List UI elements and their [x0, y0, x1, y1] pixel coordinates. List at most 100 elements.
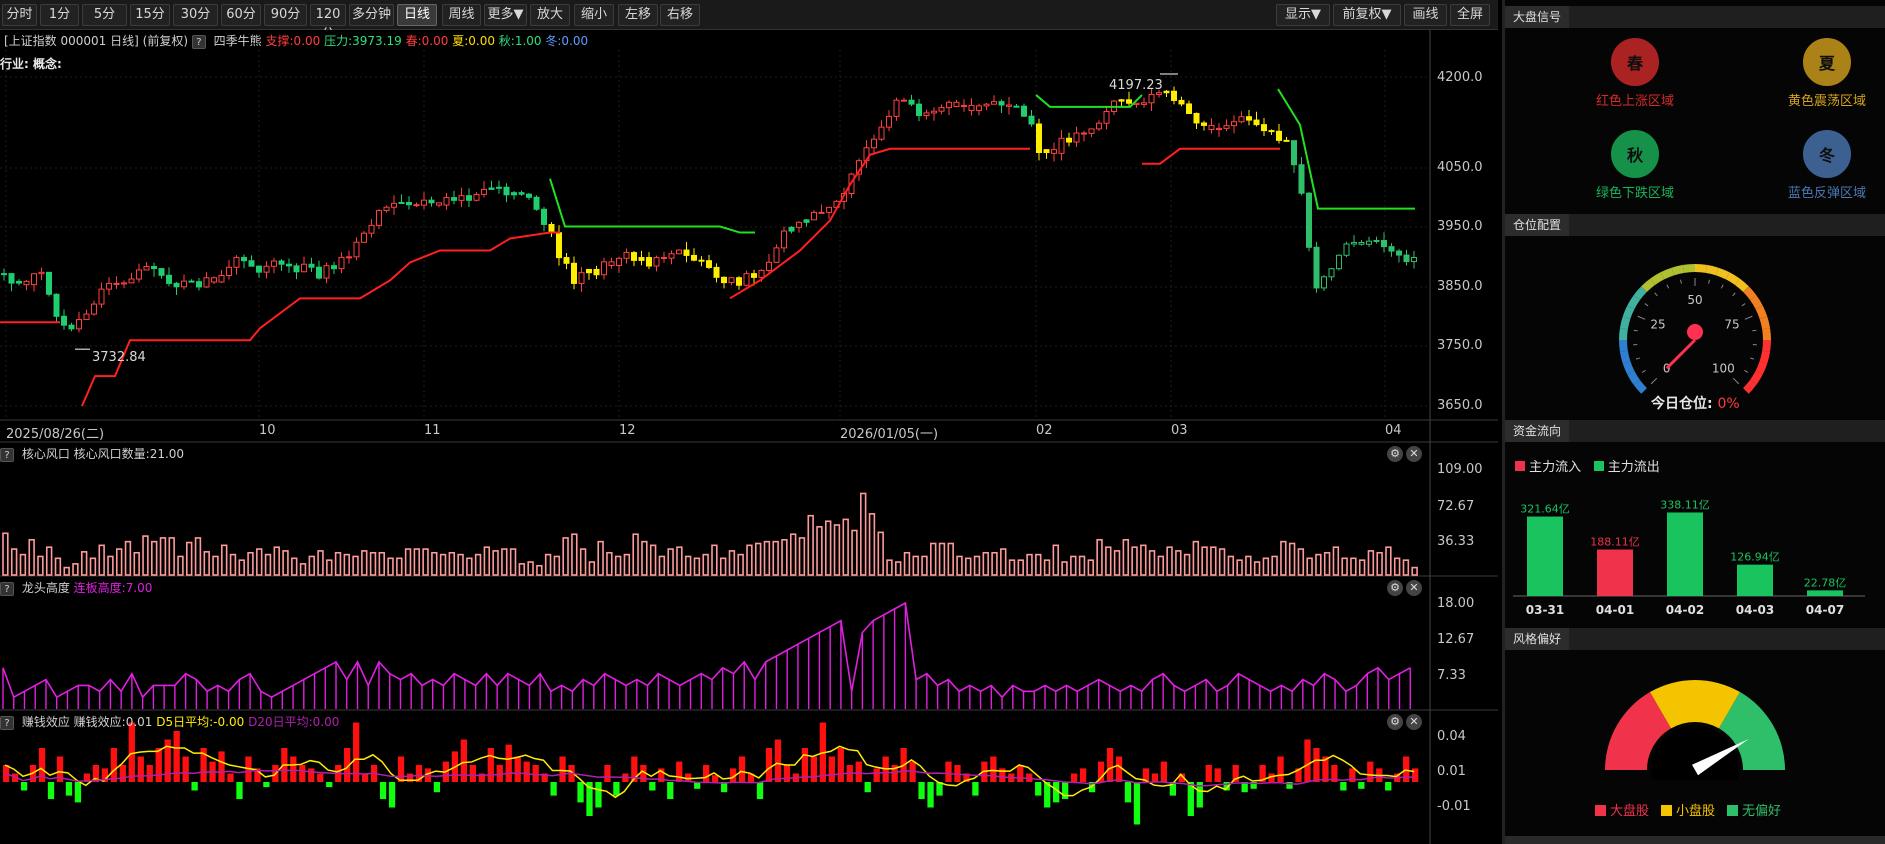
panel3-bar — [65, 782, 73, 796]
display-menu-button[interactable]: 显示▼ — [1276, 4, 1330, 26]
period-timeshare-button[interactable]: 分时 — [2, 4, 37, 26]
move-right-button[interactable]: 右移 — [660, 4, 700, 26]
price-axis-label: 3750.0 — [1437, 338, 1483, 353]
symbol-label: [上证指数 000001 日线] — [4, 34, 139, 48]
panel3-bar — [1124, 782, 1132, 803]
legend-in-label: 主力流入 — [1529, 460, 1582, 475]
panel3-bar — [1133, 782, 1141, 825]
price-axis-label: 3650.0 — [1437, 398, 1483, 413]
gear-icon[interactable]: ⚙ — [1387, 580, 1403, 596]
help-icon[interactable]: ? — [0, 716, 14, 730]
gauge-arc — [1619, 350, 1631, 364]
panel3-bar — [1151, 773, 1159, 782]
today-position: 今日仓位: 0% — [1651, 393, 1740, 413]
panel3-bar — [945, 761, 952, 782]
candle — [46, 271, 52, 297]
legend-out-swatch — [1593, 461, 1604, 471]
gauge-tick — [1641, 369, 1646, 373]
panel3-bar — [379, 782, 387, 799]
industry-line: 行业: 概念: — [0, 55, 62, 72]
gauge-arc — [1641, 278, 1656, 292]
date-axis-label: 11 — [424, 423, 441, 438]
flow-bar-label: 338.11亿 — [1660, 498, 1710, 511]
capital-flow-chart: 321.64亿 03-31 188.11亿 04-01 338.11亿 04-02 126.… — [1513, 498, 1865, 617]
period-60min-button[interactable]: 60分 — [221, 4, 261, 26]
panel2-title: 龙头高度 — [21, 581, 70, 595]
gauge-tick — [1666, 284, 1670, 289]
panel3-bar — [990, 756, 997, 782]
panel1-header: ? 核心风口 核心风口数量:21.00 — [0, 444, 184, 464]
gauge-arc — [1762, 339, 1771, 352]
panel3-bar — [137, 756, 144, 782]
period-30min-button[interactable]: 30分 — [173, 4, 218, 26]
period-weekly-button[interactable]: 周线 — [442, 4, 481, 26]
gauge-tick — [1720, 284, 1724, 289]
flow-bar — [1807, 590, 1843, 596]
position-title: 仓位配置 — [1505, 214, 1570, 236]
panel3-bar — [110, 748, 117, 782]
gauge-arc — [1660, 267, 1675, 280]
fullscreen-button[interactable]: 全屏 — [1450, 4, 1490, 26]
panel3-bar — [236, 782, 243, 799]
panel3-bar — [774, 739, 782, 782]
draw-line-button[interactable]: 画线 — [1404, 4, 1447, 26]
candle — [1306, 191, 1312, 252]
period-5min-button[interactable]: 5分 — [82, 4, 127, 26]
gear-icon[interactable]: ⚙ — [1387, 714, 1403, 730]
position-header: 仓位配置 — [1505, 214, 1885, 236]
today-position-label: 今日仓位: — [1651, 396, 1713, 412]
period-1min-button[interactable]: 1分 — [40, 4, 79, 26]
period-multimin-button[interactable]: 多分钟 — [349, 4, 394, 26]
season-icon: 春 — [1611, 38, 1659, 86]
style-legend-swatch — [1595, 805, 1606, 816]
autumn-value: 秋:1.00 — [498, 34, 542, 48]
gauge-arc — [1755, 360, 1768, 375]
flow-date-label: 04-01 — [1596, 603, 1634, 617]
panel3-bar — [361, 773, 369, 782]
gauge-arc — [1759, 316, 1771, 330]
date-axis-label: 12 — [619, 423, 636, 438]
period-more-button[interactable]: 更多▼ — [484, 4, 527, 26]
gauge-arc — [1619, 316, 1631, 330]
zoom-in-button[interactable]: 放大 — [530, 4, 570, 26]
flow-bar — [1597, 549, 1633, 596]
close-icon[interactable]: ✕ — [1406, 714, 1422, 730]
period-15min-button[interactable]: 15分 — [130, 4, 170, 26]
flow-bar — [1737, 564, 1773, 596]
help-icon[interactable]: ? — [0, 448, 14, 462]
candle — [676, 249, 682, 255]
pressure-value: 压力:3973.19 — [324, 34, 402, 48]
period-120min-button[interactable]: 120分 — [310, 4, 346, 42]
style-legend: 大盘股 小盘股 无偏好 — [1595, 800, 1781, 819]
panel3-bar — [146, 765, 153, 782]
panel3-bar — [1017, 765, 1024, 782]
season-label: 红色上涨区域 — [1595, 94, 1674, 109]
date-axis-label: 2025/08/26(二) — [6, 427, 105, 442]
panel3-bar — [676, 761, 683, 782]
period-90min-button[interactable]: 90分 — [264, 4, 307, 26]
flow-bar — [1667, 512, 1703, 596]
candle — [533, 195, 540, 211]
panel3-bar — [559, 756, 566, 782]
style-preference-gauge — [1605, 680, 1785, 780]
panel3-bar — [873, 768, 880, 782]
gear-icon[interactable]: ⚙ — [1387, 446, 1403, 462]
close-icon[interactable]: ✕ — [1406, 580, 1422, 596]
candle — [1313, 241, 1320, 293]
help-icon[interactable]: ? — [0, 582, 14, 596]
gauge-needle — [1665, 338, 1697, 370]
flow-date-label: 04-02 — [1666, 603, 1704, 617]
gauge-arc — [1749, 370, 1763, 385]
gauge-tick — [1708, 279, 1710, 284]
sidebar-bottom-bar — [1505, 836, 1885, 844]
adjust-menu-button[interactable]: 前复权▼ — [1333, 4, 1401, 26]
panel3-bar — [469, 765, 476, 782]
period-daily-button[interactable]: 日线 — [397, 4, 437, 26]
help-icon[interactable]: ? — [191, 35, 206, 49]
style-title: 风格偏好 — [1505, 628, 1570, 650]
close-icon[interactable]: ✕ — [1406, 446, 1422, 462]
zoom-out-button[interactable]: 缩小 — [574, 4, 614, 26]
move-left-button[interactable]: 左移 — [618, 4, 658, 26]
panel3-bar — [514, 756, 521, 782]
panel3-bar — [649, 782, 656, 791]
